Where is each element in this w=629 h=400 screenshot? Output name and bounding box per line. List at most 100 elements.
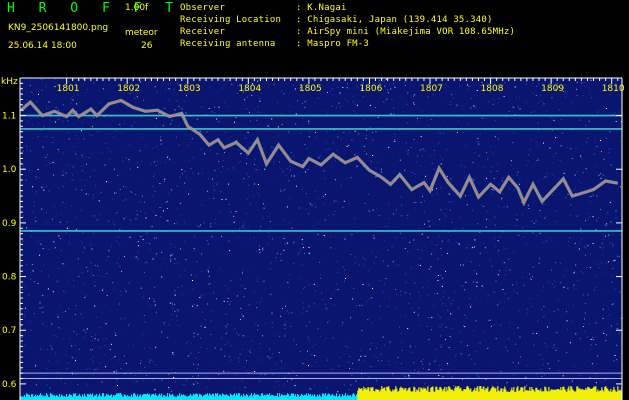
noise-dot: [620, 186, 621, 188]
noise-dot: [309, 388, 311, 390]
noise-dot: [37, 116, 38, 118]
noise-dot: [51, 218, 53, 220]
baseline-bar: [520, 387, 522, 400]
noise-dot: [131, 192, 133, 194]
noise-dot: [81, 121, 83, 123]
baseline-bar: [107, 394, 109, 400]
noise-dot: [552, 174, 554, 176]
noise-dot: [392, 261, 394, 263]
baseline-bar: [197, 394, 199, 400]
noise-dot: [600, 78, 602, 80]
noise-dot: [45, 165, 47, 167]
noise-dot: [233, 215, 235, 217]
baseline-bar: [190, 393, 192, 400]
noise-dot: [226, 342, 228, 344]
noise-dot: [43, 156, 45, 158]
noise-dot: [274, 386, 276, 388]
noise-dot: [211, 196, 213, 198]
noise-dot: [21, 289, 23, 290]
noise-dot: [361, 304, 363, 306]
noise-dot: [40, 348, 42, 350]
noise-dot: [542, 178, 544, 180]
baseline-bar: [471, 391, 473, 400]
noise-dot: [400, 294, 401, 296]
noise-dot: [94, 264, 96, 266]
noise-dot: [419, 257, 421, 259]
noise-dot: [453, 229, 455, 231]
noise-dot: [287, 310, 288, 312]
noise-dot: [32, 124, 34, 126]
noise-dot: [67, 120, 69, 122]
baseline-bar: [593, 386, 595, 400]
noise-dot: [579, 205, 581, 207]
noise-dot: [428, 369, 430, 371]
noise-dot: [368, 298, 370, 300]
noise-dot: [206, 348, 208, 350]
noise-dot: [541, 368, 543, 370]
baseline-bar: [188, 396, 190, 400]
baseline-bar: [511, 387, 513, 400]
noise-dot: [280, 253, 282, 255]
baseline-bar: [477, 386, 479, 400]
noise-dot: [445, 215, 447, 217]
noise-dot: [42, 248, 44, 250]
noise-dot: [478, 264, 480, 266]
noise-dot: [380, 171, 382, 173]
noise-dot: [114, 332, 116, 334]
noise-dot: [570, 215, 572, 217]
noise-dot: [71, 345, 73, 347]
noise-dot: [23, 157, 25, 159]
baseline-bar: [579, 388, 581, 400]
x-tick-label: 1804: [238, 84, 261, 94]
baseline-bar: [354, 394, 356, 400]
noise-dot: [134, 374, 136, 376]
noise-dot: [377, 161, 379, 163]
noise-dot: [101, 381, 103, 383]
noise-dot: [560, 262, 562, 264]
noise-dot: [339, 357, 341, 359]
noise-dot: [527, 309, 529, 311]
noise-dot: [92, 360, 94, 362]
noise-dot: [231, 345, 232, 347]
noise-dot: [242, 182, 244, 183]
noise-dot: [283, 383, 285, 385]
noise-dot: [418, 227, 420, 229]
x-tick-label: 1806: [359, 84, 382, 94]
noise-dot: [145, 199, 147, 201]
noise-dot: [201, 95, 203, 97]
noise-dot: [362, 257, 364, 259]
noise-dot: [379, 279, 381, 281]
noise-dot: [544, 209, 546, 211]
noise-dot: [68, 308, 70, 310]
noise-dot: [349, 368, 351, 370]
noise-dot: [86, 383, 88, 385]
baseline-bar: [376, 389, 378, 400]
noise-dot: [207, 303, 209, 305]
noise-dot: [29, 278, 31, 280]
baseline-bar: [252, 396, 254, 400]
baseline-bar: [120, 393, 122, 400]
noise-dot: [92, 275, 94, 276]
noise-dot: [30, 329, 32, 331]
noise-dot: [68, 362, 69, 364]
noise-dot: [89, 332, 91, 334]
noise-dot: [104, 389, 106, 391]
noise-dot: [45, 157, 47, 159]
noise-dot: [591, 97, 593, 99]
baseline-bar: [150, 396, 152, 400]
noise-dot: [376, 347, 377, 349]
baseline-bar: [106, 393, 108, 400]
noise-dot: [504, 274, 506, 276]
noise-dot: [448, 201, 450, 203]
noise-dot: [555, 152, 557, 154]
noise-dot: [433, 153, 435, 155]
noise-dot: [22, 164, 24, 166]
noise-dot: [418, 307, 420, 309]
baseline-bar: [269, 393, 271, 400]
noise-dot: [328, 320, 330, 322]
baseline-bar: [199, 393, 201, 400]
info-key-receiver: Receiver: [180, 27, 225, 37]
noise-dot: [124, 333, 126, 335]
baseline-bar: [531, 387, 533, 400]
noise-dot: [595, 382, 597, 384]
